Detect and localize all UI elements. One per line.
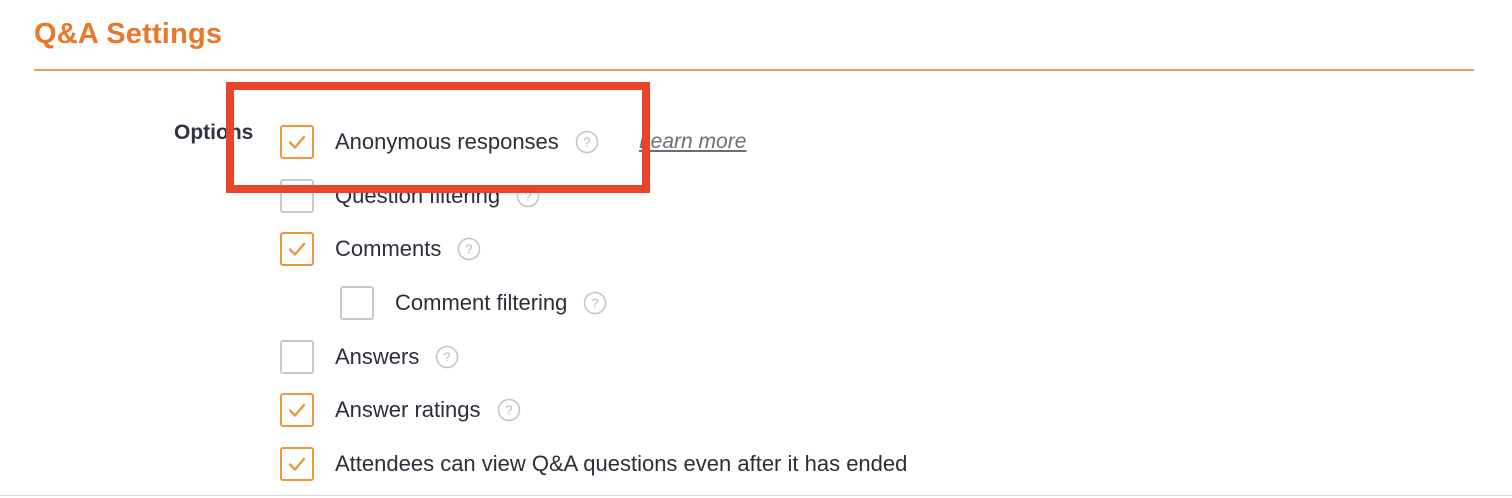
- title-divider: [34, 69, 1474, 71]
- question-filtering-label[interactable]: Question filtering: [335, 183, 500, 209]
- answer-ratings-label[interactable]: Answer ratings: [335, 397, 481, 423]
- svg-text:?: ?: [466, 242, 473, 257]
- option-comments[interactable]: Comments ?: [280, 230, 481, 268]
- option-answer-ratings[interactable]: Answer ratings ?: [280, 391, 521, 429]
- answers-label[interactable]: Answers: [335, 344, 419, 370]
- svg-text:?: ?: [592, 296, 599, 311]
- checkmark-icon: [288, 403, 306, 417]
- option-comment-filtering[interactable]: Comment filtering ?: [340, 284, 607, 322]
- question-filtering-checkbox[interactable]: [280, 179, 314, 213]
- help-icon[interactable]: ?: [435, 345, 459, 369]
- svg-text:?: ?: [505, 403, 512, 418]
- help-icon[interactable]: ?: [575, 130, 599, 154]
- answers-checkbox[interactable]: [280, 340, 314, 374]
- section-title: Q&A Settings: [34, 18, 223, 50]
- option-view-after-ended[interactable]: Attendees can view Q&A questions even af…: [280, 445, 907, 483]
- answer-ratings-checkbox[interactable]: [280, 393, 314, 427]
- comment-filtering-label[interactable]: Comment filtering: [395, 290, 567, 316]
- view-after-ended-label[interactable]: Attendees can view Q&A questions even af…: [335, 451, 907, 477]
- view-after-ended-checkbox[interactable]: [280, 447, 314, 481]
- comments-checkbox[interactable]: [280, 232, 314, 266]
- help-icon[interactable]: ?: [516, 184, 540, 208]
- svg-text:?: ?: [583, 135, 590, 150]
- help-icon[interactable]: ?: [583, 291, 607, 315]
- checkmark-icon: [288, 135, 306, 149]
- anonymous-responses-label[interactable]: Anonymous responses: [335, 129, 559, 155]
- checkmark-icon: [288, 457, 306, 471]
- anonymous-responses-checkbox[interactable]: [280, 125, 314, 159]
- option-anonymous-responses[interactable]: Anonymous responses ?: [280, 123, 599, 161]
- bottom-divider: [0, 495, 1512, 496]
- comment-filtering-checkbox[interactable]: [340, 286, 374, 320]
- help-icon[interactable]: ?: [497, 398, 521, 422]
- checkmark-icon: [288, 242, 306, 256]
- svg-text:?: ?: [524, 189, 531, 204]
- option-answers[interactable]: Answers ?: [280, 338, 459, 376]
- comments-label[interactable]: Comments: [335, 236, 441, 262]
- help-icon[interactable]: ?: [457, 237, 481, 261]
- option-question-filtering[interactable]: Question filtering ?: [280, 177, 540, 215]
- options-label: Options: [174, 121, 254, 144]
- learn-more-link[interactable]: Learn more: [639, 130, 746, 154]
- svg-text:?: ?: [444, 350, 451, 365]
